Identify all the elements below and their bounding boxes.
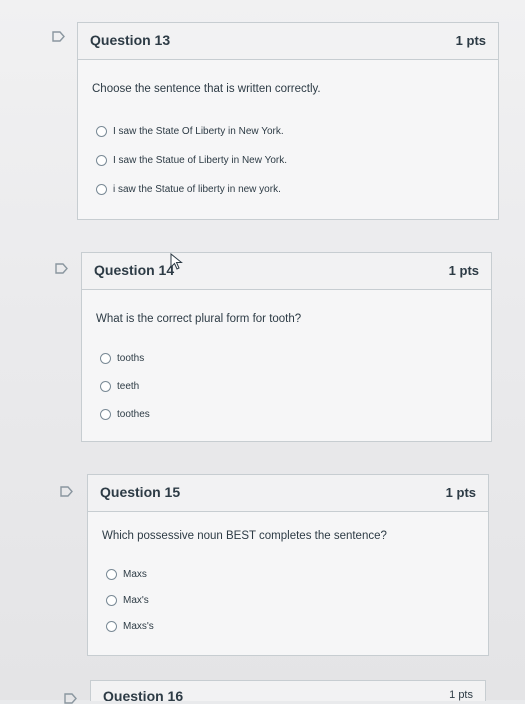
answer-label: i saw the Statue of liberty in new york. — [113, 183, 281, 195]
radio-button[interactable] — [106, 594, 117, 606]
answer-label: Maxs's — [123, 620, 154, 632]
question-15-header: Question 15 1 pts — [88, 475, 488, 512]
question-14-points: 1 pts — [448, 263, 479, 278]
question-16-card: Question 16 1 pts — [90, 680, 486, 701]
question-13-title: Question 13 — [90, 32, 171, 48]
question-15-title: Question 15 — [100, 484, 181, 500]
mouse-pointer-icon — [170, 253, 183, 270]
radio-button[interactable] — [106, 620, 117, 632]
radio-button[interactable] — [100, 380, 111, 392]
answer-label: I saw the Statue of Liberty in New York. — [113, 154, 287, 166]
question-16-title: Question 16 — [103, 688, 184, 701]
question-15-answer-1[interactable]: Maxs — [106, 567, 147, 581]
radio-button[interactable] — [100, 408, 111, 420]
answer-label: toothes — [117, 408, 150, 420]
question-15-card: Question 15 1 pts Which possessive noun … — [87, 474, 489, 656]
question-14-title: Question 14 — [94, 262, 175, 278]
quiz-page: Question 13 1 pts Choose the sentence th… — [0, 0, 525, 704]
question-13-answer-3[interactable]: i saw the Statue of liberty in new york. — [96, 182, 281, 196]
question-14-header: Question 14 1 pts — [82, 253, 491, 290]
question-16-header: Question 16 1 pts — [91, 681, 485, 701]
radio-button[interactable] — [96, 154, 107, 166]
answer-label: Max's — [123, 594, 149, 606]
radio-button[interactable] — [96, 125, 107, 137]
answer-label: teeth — [117, 380, 140, 392]
question-16-points: 1 pts — [449, 689, 473, 701]
question-15-points: 1 pts — [445, 485, 476, 500]
question-15-answer-2[interactable]: Max's — [106, 593, 149, 607]
question-14-answer-2[interactable]: teeth — [100, 379, 139, 393]
question-14-answer-3[interactable]: toothes — [100, 407, 150, 421]
flag-question-14-icon[interactable] — [55, 263, 68, 274]
radio-button[interactable] — [106, 568, 117, 580]
question-13-card: Question 13 1 pts Choose the sentence th… — [77, 22, 499, 220]
question-14-card: Question 14 1 pts What is the correct pl… — [81, 252, 492, 442]
question-13-points: 1 pts — [455, 33, 486, 48]
flag-question-15-icon[interactable] — [60, 486, 73, 497]
answer-label: tooths — [117, 352, 145, 364]
question-15-answer-3[interactable]: Maxs's — [106, 619, 154, 633]
question-13-answer-2[interactable]: I saw the Statue of Liberty in New York. — [96, 153, 287, 167]
question-13-header: Question 13 1 pts — [78, 23, 498, 60]
question-13-prompt: Choose the sentence that is written corr… — [92, 83, 321, 95]
question-13-answer-1[interactable]: I saw the State Of Liberty in New York. — [96, 124, 284, 138]
question-14-answer-1[interactable]: tooths — [100, 351, 144, 365]
answer-label: I saw the State Of Liberty in New York. — [113, 125, 284, 137]
radio-button[interactable] — [96, 183, 107, 195]
question-14-prompt: What is the correct plural form for toot… — [96, 313, 302, 325]
radio-button[interactable] — [100, 352, 111, 364]
flag-question-13-icon[interactable] — [52, 31, 65, 42]
answer-label: Maxs — [123, 568, 147, 580]
flag-question-16-icon[interactable] — [64, 693, 77, 704]
question-15-prompt: Which possessive noun BEST completes the… — [102, 530, 387, 542]
